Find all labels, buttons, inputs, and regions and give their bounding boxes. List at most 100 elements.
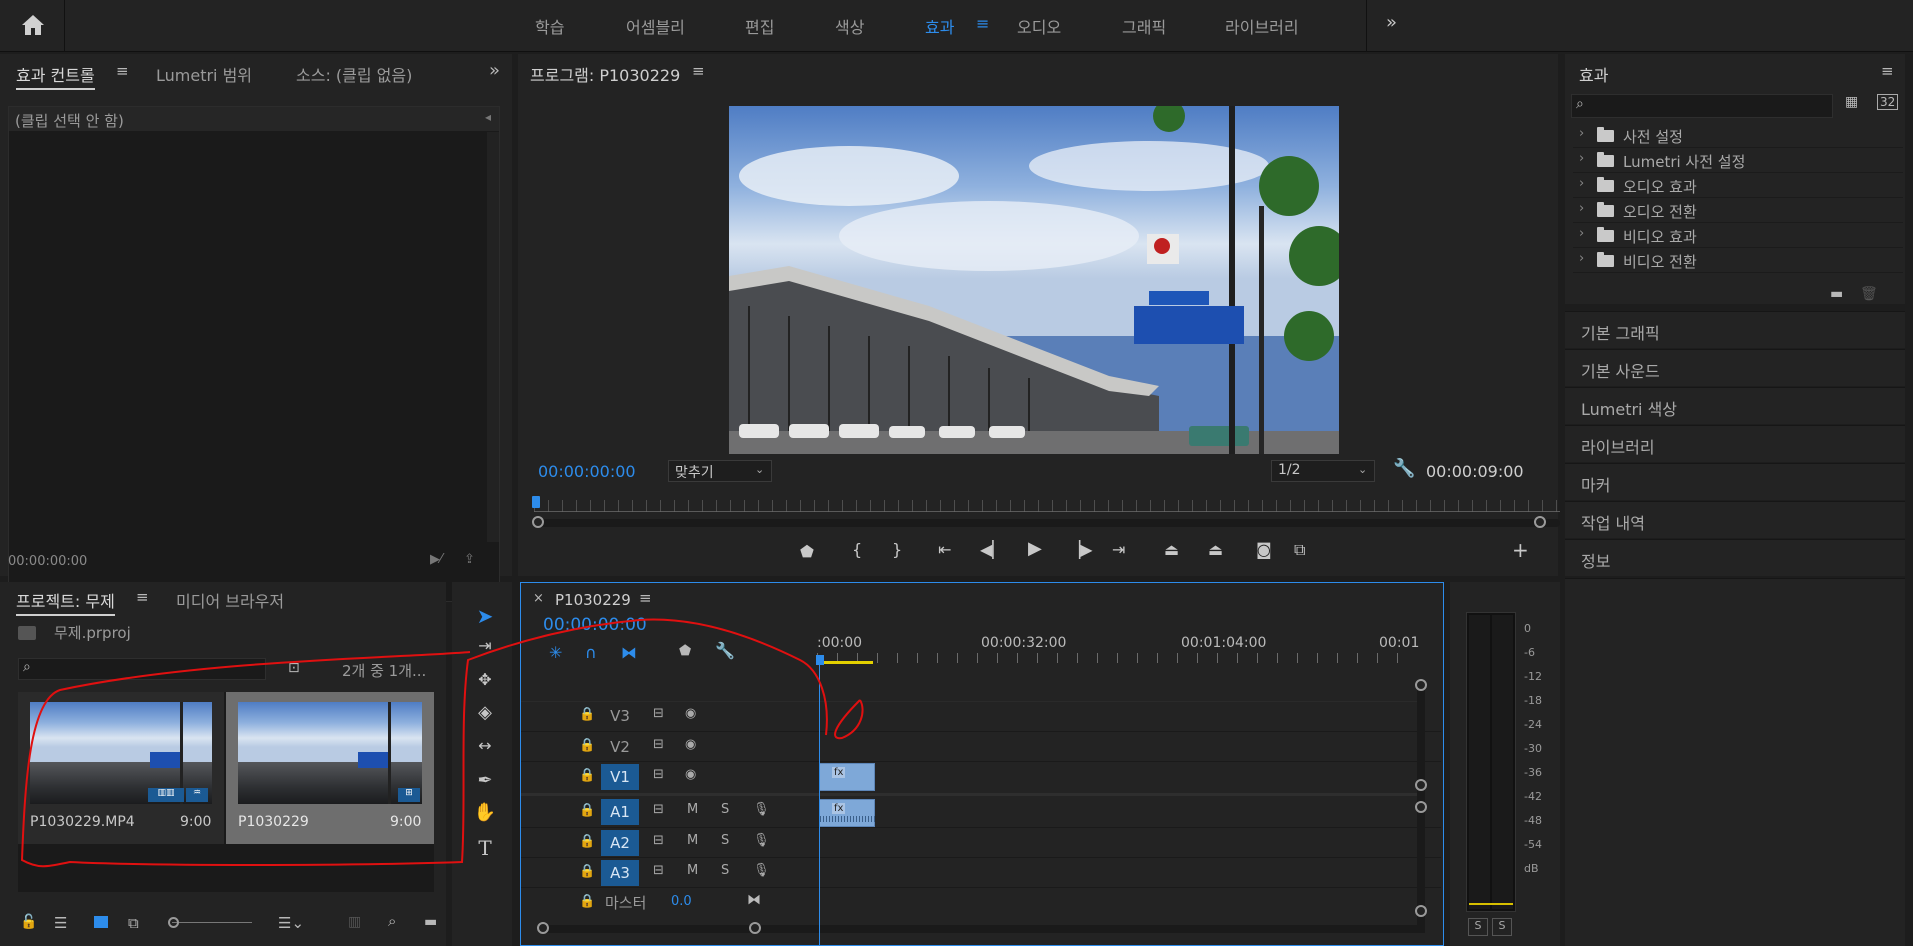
workspace-editing[interactable]: 편집 <box>745 14 774 38</box>
comparison-view-icon[interactable]: ⧉ <box>1294 540 1305 560</box>
step-back-icon[interactable]: ◀▏ <box>980 540 1005 559</box>
home-icon[interactable] <box>20 12 46 38</box>
video-clip[interactable]: fx <box>819 763 875 791</box>
step-forward-icon[interactable]: ▕▶ <box>1068 540 1093 559</box>
workspace-effects[interactable]: 효과 <box>925 14 954 38</box>
microphone-icon[interactable]: 🎙 <box>753 802 770 817</box>
workspace-audio[interactable]: 오디오 <box>1017 14 1061 38</box>
panel-history[interactable]: 작업 내역 <box>1565 501 1905 538</box>
nest-icon[interactable]: ✳ <box>549 643 562 662</box>
tab-effect-controls[interactable]: 효과 컨트롤 <box>16 62 95 90</box>
automate-icon[interactable]: ▥ <box>348 914 361 930</box>
project-item[interactable]: ▥▥ ♒ P1030229.MP4 9:00 <box>18 692 224 844</box>
av-divider[interactable] <box>521 793 1421 796</box>
workspace-menu-icon[interactable]: ≡ <box>976 14 989 33</box>
video-frame[interactable] <box>729 106 1339 454</box>
effects-item-video-transitions[interactable]: › 비디오 전환 <box>1573 249 1903 273</box>
panel-menu-icon[interactable]: ≡ <box>136 588 149 606</box>
tab-lumetri-scopes[interactable]: Lumetri 범위 <box>156 62 252 86</box>
audio-clip[interactable]: fx <box>819 799 876 827</box>
lock-icon[interactable]: 🔒 <box>579 768 595 783</box>
extract-icon[interactable]: ⏏ <box>1208 540 1223 559</box>
timeline-settings-icon[interactable]: 🔧 <box>715 641 735 660</box>
sync-lock-icon[interactable]: ⊟ <box>653 802 664 817</box>
pen-tool-icon[interactable]: ✒ <box>466 770 504 802</box>
track-label[interactable]: A3 <box>601 860 639 886</box>
workspace-assembly[interactable]: 어셈블리 <box>626 14 685 38</box>
eye-icon[interactable]: ◉ <box>685 706 696 721</box>
32bit-effects-icon[interactable]: 32 <box>1877 94 1899 110</box>
zoom-handle-left[interactable] <box>532 516 544 528</box>
play-icon[interactable]: ▶ <box>1028 538 1042 559</box>
panel-essential-sound[interactable]: 기본 사운드 <box>1565 349 1905 386</box>
add-button-icon[interactable]: + <box>1512 538 1529 562</box>
zoom-handle-right[interactable] <box>1534 516 1546 528</box>
eye-icon[interactable]: ◉ <box>685 737 696 752</box>
eye-icon[interactable]: ◉ <box>685 767 696 782</box>
v-scroll-handle[interactable] <box>1415 905 1427 917</box>
program-timecode-current[interactable]: 00:00:00:00 <box>538 462 636 481</box>
panel-menu-icon[interactable]: ≡ <box>1881 62 1894 80</box>
time-ruler[interactable] <box>534 500 1560 512</box>
panel-lumetri-color[interactable]: Lumetri 색상 <box>1565 387 1905 424</box>
solo-button[interactable]: S <box>721 863 729 878</box>
mute-button[interactable]: M <box>687 802 698 817</box>
track-v2[interactable]: 🔒 V2 ⊟ ◉ <box>521 731 1441 761</box>
panel-info[interactable]: 정보 <box>1565 539 1905 576</box>
microphone-icon[interactable]: 🎙 <box>753 833 770 848</box>
mute-button[interactable]: M <box>687 863 698 878</box>
accelerated-effects-icon[interactable]: ▦ <box>1845 94 1858 110</box>
track-label[interactable]: V2 <box>601 734 639 760</box>
playhead-line[interactable] <box>819 663 820 946</box>
zoom-slider[interactable] <box>172 922 252 923</box>
panel-menu-icon[interactable]: ≡ <box>116 62 129 80</box>
solo-right-button[interactable]: S <box>1492 918 1512 936</box>
track-v3[interactable]: 🔒 V3 ⊟ ◉ <box>521 701 1441 731</box>
effects-item-audio-transitions[interactable]: › 오디오 전환 <box>1573 199 1903 223</box>
scrollbar[interactable] <box>487 132 499 542</box>
solo-left-button[interactable]: S <box>1468 918 1488 936</box>
playhead[interactable] <box>532 496 540 508</box>
ripple-edit-tool-icon[interactable]: ✥ <box>466 670 504 702</box>
workspace-learn[interactable]: 학습 <box>535 14 564 38</box>
v-scroll-handle[interactable] <box>1415 801 1427 813</box>
tab-media-browser[interactable]: 미디어 브라우저 <box>176 588 284 612</box>
new-bin-icon[interactable]: ▬ <box>1830 286 1843 302</box>
work-area-bar[interactable] <box>821 661 873 664</box>
effects-search-input[interactable]: ⌕ <box>1571 94 1833 118</box>
track-select-tool-icon[interactable]: ⇥ <box>466 636 504 668</box>
project-search-input[interactable]: ⌕ <box>18 658 266 680</box>
master-volume[interactable]: 0.0 <box>671 894 692 909</box>
lift-icon[interactable]: ⏏ <box>1164 540 1179 559</box>
list-view-icon[interactable]: ☰ <box>54 914 67 932</box>
tab-project[interactable]: 프로젝트: 무제 <box>16 588 115 616</box>
fit-dropdown[interactable]: 맞추기 ⌄ <box>668 460 772 482</box>
new-bin-icon[interactable]: ▬ <box>424 914 437 930</box>
track-a3[interactable]: 🔒 A3 ⊟ M S 🎙 <box>521 857 1441 887</box>
export-icon[interactable]: ⇪ <box>464 552 475 567</box>
solo-button[interactable]: S <box>721 833 729 848</box>
timeline-ruler-ticks[interactable] <box>817 653 1407 663</box>
type-tool-icon[interactable]: T <box>466 836 504 868</box>
v-scroll-handle[interactable] <box>1415 779 1427 791</box>
lock-icon[interactable]: 🔒 <box>579 707 595 722</box>
zoom-scrollbar[interactable] <box>538 519 1560 527</box>
lock-icon[interactable]: 🔒 <box>579 864 595 879</box>
mark-in-icon[interactable]: { <box>852 540 862 559</box>
sequence-tab[interactable]: P1030229 <box>555 591 631 609</box>
lock-icon[interactable]: 🔒 <box>579 738 595 753</box>
workspace-graphics[interactable]: 그래픽 <box>1122 14 1166 38</box>
panel-libraries[interactable]: 라이브러리 <box>1565 425 1905 462</box>
camera-icon[interactable]: ◙ <box>1256 540 1272 559</box>
lock-icon[interactable]: 🔒 <box>579 834 595 849</box>
timeline-timecode[interactable]: 00:00:00:00 <box>543 615 647 635</box>
collapse-icon[interactable]: ◂ <box>485 110 491 124</box>
selection-tool-icon[interactable]: ➤ <box>466 604 504 636</box>
panel-menu-icon[interactable]: ≡ <box>639 589 652 607</box>
slip-tool-icon[interactable]: ↔ <box>466 736 504 768</box>
add-marker-icon[interactable]: ⬟ <box>800 542 814 561</box>
hand-tool-icon[interactable]: ✋ <box>466 802 504 834</box>
sync-lock-icon[interactable]: ⊟ <box>653 767 664 782</box>
workspace-color[interactable]: 색상 <box>835 14 864 38</box>
panel-menu-icon[interactable]: ≡ <box>692 62 705 80</box>
